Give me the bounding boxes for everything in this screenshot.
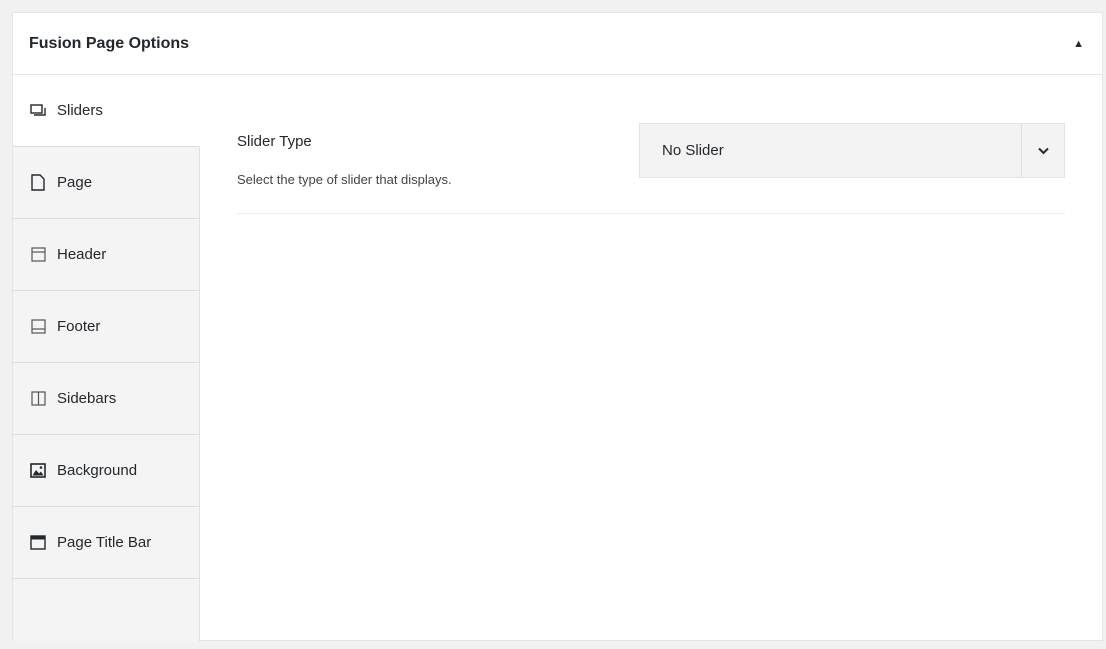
tab-label: Page (57, 174, 93, 191)
tab-background[interactable]: Background (13, 435, 199, 507)
field-text: Slider Type Select the type of slider th… (237, 123, 452, 187)
select-value: No Slider (662, 142, 724, 159)
tabs-filler (13, 579, 199, 649)
tab-label: Footer (57, 318, 101, 335)
tab-label: Sidebars (57, 390, 117, 407)
panel-title: Fusion Page Options (29, 34, 190, 52)
tab-header[interactable]: Header (13, 219, 199, 291)
tab-label: Page Title Bar (57, 534, 152, 551)
panel-header: Fusion Page Options ▲ (13, 13, 1102, 75)
footer-icon (29, 318, 47, 336)
header-icon (29, 246, 47, 264)
sidebars-icon (29, 390, 47, 408)
sliders-icon (29, 102, 47, 120)
tab-label: Sliders (57, 102, 103, 119)
options-tabs: Sliders Page Header Footer Sidebars Back… (13, 75, 200, 641)
background-icon (29, 462, 47, 480)
options-content: Slider Type Select the type of slider th… (237, 75, 1065, 214)
field-label: Slider Type (237, 133, 312, 150)
tab-label: Background (57, 462, 138, 479)
page-icon (29, 174, 47, 192)
tab-sidebars[interactable]: Sidebars (13, 363, 199, 435)
tab-footer[interactable]: Footer (13, 291, 199, 363)
tab-page[interactable]: Page (13, 147, 199, 219)
fusion-page-options-panel: Fusion Page Options ▲ Sliders Page Heade… (12, 12, 1103, 641)
chevron-down-icon[interactable] (1021, 124, 1064, 177)
page-title-bar-icon (29, 534, 47, 552)
slider-type-select[interactable]: No Slider (639, 123, 1065, 178)
slider-type-field: Slider Type Select the type of slider th… (237, 75, 1065, 214)
tab-sliders[interactable]: Sliders (13, 75, 200, 147)
collapse-toggle-icon[interactable]: ▲ (1069, 34, 1088, 54)
tab-label: Header (57, 246, 107, 263)
tab-page-title-bar[interactable]: Page Title Bar (13, 507, 199, 579)
field-description: Select the type of slider that displays. (237, 172, 452, 187)
